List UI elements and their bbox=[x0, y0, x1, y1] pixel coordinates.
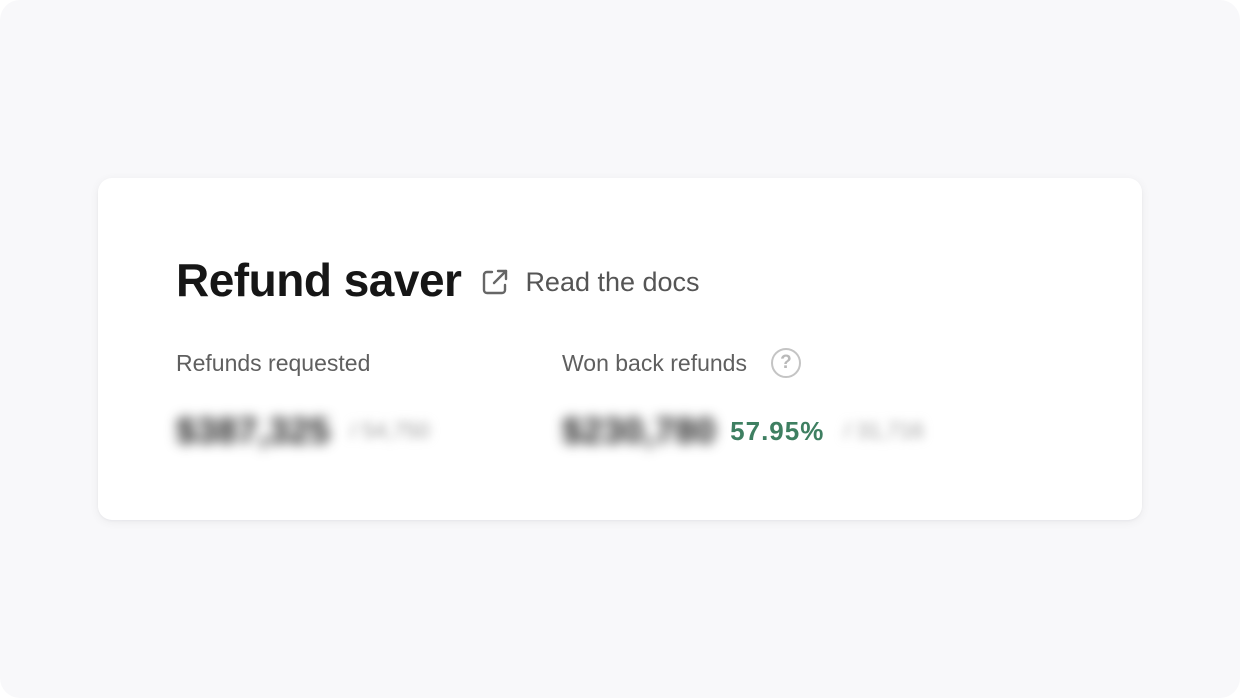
external-link-icon bbox=[479, 266, 511, 298]
card-header: Refund saver Read the docs bbox=[176, 252, 700, 308]
read-docs-label: Read the docs bbox=[525, 266, 700, 297]
won-back-amount: $230,780 bbox=[562, 410, 717, 451]
refunds-requested-amount: $387,325 bbox=[176, 410, 331, 451]
won-back-refunds-label: Won back refunds bbox=[562, 349, 747, 376]
question-icon[interactable]: ? bbox=[770, 348, 801, 378]
won-back-refunds-stat: Won back refunds ? $230,780 57.95% / 31,… bbox=[562, 346, 924, 454]
card-title: Refund saver bbox=[176, 254, 462, 306]
refund-saver-card: Refund saver Read the docs Refunds reque… bbox=[98, 178, 1142, 520]
refunds-requested-stat: Refunds requested $387,325 / 54,750 bbox=[176, 346, 430, 454]
refunds-requested-label: Refunds requested bbox=[176, 349, 371, 376]
refunds-requested-count: / 54,750 bbox=[350, 418, 430, 443]
won-back-count: / 31,716 bbox=[844, 418, 924, 443]
won-back-percent: 57.95% bbox=[730, 415, 825, 446]
read-docs-link[interactable]: Read the docs bbox=[479, 266, 700, 298]
page-background: Refund saver Read the docs Refunds reque… bbox=[0, 0, 1240, 698]
